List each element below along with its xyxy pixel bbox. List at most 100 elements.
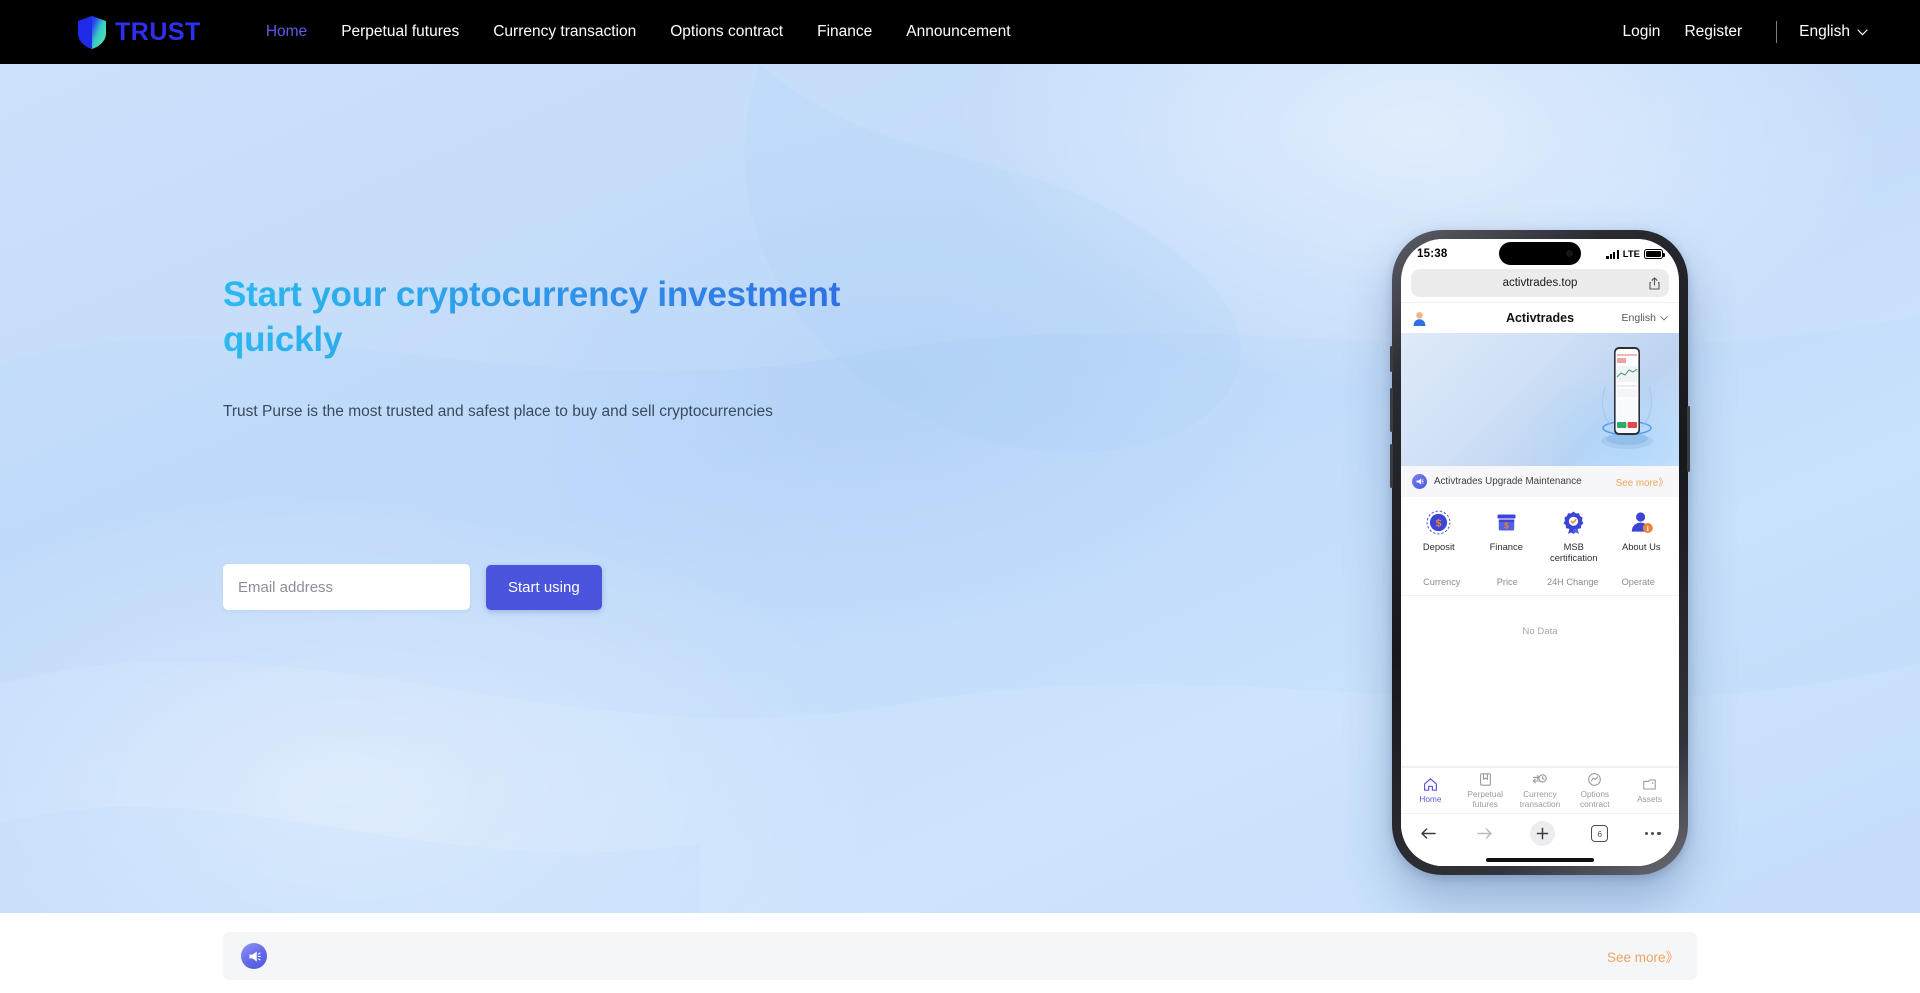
app-banner [1401,333,1679,466]
phone-volume-down-button [1390,444,1393,488]
tab-label: Options contract [1580,788,1610,809]
signal-bars-icon [1606,249,1619,259]
tab-label: Currency transaction [1519,788,1561,809]
new-tab-button[interactable] [1529,821,1555,846]
quick-action-label: About Us [1621,541,1661,552]
market-table-body: No Data [1401,595,1679,767]
tab-label: Perpetual futures [1467,788,1503,809]
shield-icon [78,15,106,49]
no-data-text: No Data [1522,625,1558,637]
browser-url-bar[interactable]: activtrades.top [1411,269,1669,297]
market-column-operate: Operate [1621,576,1655,587]
svg-text:$: $ [1504,520,1509,530]
market-column-currency: Currency [1423,576,1461,587]
badge-check-icon [1563,511,1584,534]
browser-toolbar: 6 [1401,813,1679,853]
nav-right-group: Login Register English [1611,21,1869,43]
quick-action-label: MSB certification [1550,541,1598,564]
dynamic-island [1499,242,1581,265]
app-title: Activtrades [1505,311,1575,325]
email-input[interactable] [223,564,470,610]
forward-arrow-icon[interactable] [1475,824,1494,843]
top-navigation-bar: TRUST Home Perpetual futures Currency tr… [0,0,1920,64]
brand-name: TRUST [115,17,201,46]
nav-link-announcement[interactable]: Announcement [889,0,1027,64]
book-icon [1479,773,1491,786]
exchange-clock-icon [1533,774,1548,784]
brand-logo[interactable]: TRUST [78,15,201,49]
phone-mute-switch [1390,346,1393,372]
tab-count-button[interactable]: 6 [1591,825,1609,842]
hero-section: Start your cryptocurrency investment qui… [0,64,1920,913]
language-label: English [1799,23,1850,40]
status-indicators: LTE [1606,248,1665,260]
quick-action-label: Finance [1489,541,1523,552]
nav-link-finance[interactable]: Finance [800,0,889,64]
svg-text:i: i [1647,524,1649,533]
bank-icon: $ [1497,514,1516,531]
start-using-button[interactable]: Start using [486,564,602,610]
hero-title: Start your cryptocurrency investment qui… [223,273,923,363]
home-icon [1423,777,1437,791]
nav-link-currency-transaction[interactable]: Currency transaction [476,0,653,64]
announcement-see-more-link[interactable]: See more》 [1607,946,1679,966]
status-time: 15:38 [1417,248,1448,260]
app-notice-bar[interactable]: Activtrades Upgrade Maintenance See more… [1401,466,1679,497]
app-language-selector[interactable]: English [1622,312,1668,324]
avatar-icon[interactable] [1412,311,1427,326]
market-column-24h-change: 24H Change [1546,576,1599,587]
quick-action-deposit[interactable]: $ Deposit [1405,510,1473,564]
phone-volume-up-button [1390,388,1393,432]
home-indicator [1401,853,1679,866]
phone-power-button [1687,406,1690,472]
network-type-label: LTE [1622,248,1640,260]
battery-icon [1644,249,1665,259]
signup-form: Start using [223,564,602,610]
notice-text: Activtrades Upgrade Maintenance [1434,476,1582,487]
tab-options-contract[interactable]: Options contract [1567,772,1622,809]
share-icon[interactable] [1649,276,1660,290]
url-text: activtrades.top [1502,277,1578,289]
language-selector[interactable]: English [1799,23,1868,41]
app-header: Activtrades English [1401,302,1679,333]
chevron-down-icon [1660,315,1668,321]
app-language-label: English [1621,312,1656,324]
quick-action-msb-certification[interactable]: MSB certification [1540,510,1608,564]
market-table-header: Currency Price 24H Change Operate [1401,569,1679,596]
nav-link-options-contract[interactable]: Options contract [653,0,800,64]
hero-subtitle: Trust Purse is the most trusted and safe… [223,402,773,420]
tab-home[interactable]: Home [1403,777,1458,805]
tab-perpetual-futures[interactable]: Perpetual futures [1458,772,1513,809]
tab-label: Assets [1637,793,1663,804]
quick-action-about-us[interactable]: i About Us [1608,510,1676,564]
tab-currency-transaction[interactable]: Currency transaction [1513,772,1568,809]
nav-divider [1776,21,1778,43]
nav-links: Home Perpetual futures Currency transact… [249,0,1028,64]
nav-link-perpetual-futures[interactable]: Perpetual futures [324,0,476,64]
app-tab-bar: Home Perpetual futures Currency transact… [1401,767,1679,813]
announcement-section: See more》 [0,913,1920,993]
hero-copy: Start your cryptocurrency investment qui… [223,273,923,423]
register-button[interactable]: Register [1672,23,1754,41]
tab-assets[interactable]: Assets [1622,777,1677,805]
banner-phone-illustration [1601,347,1653,449]
wallet-icon [1643,779,1656,790]
megaphone-icon [241,943,267,969]
nav-link-home[interactable]: Home [249,0,324,64]
user-info-icon: i [1631,512,1653,533]
phone-screen: 15:38 LTE activtrades.top Activtrades En… [1401,239,1679,866]
more-options-icon[interactable] [1644,831,1661,836]
market-column-price: Price [1496,576,1518,587]
svg-text:$: $ [1436,518,1442,530]
phone-mockup: 15:38 LTE activtrades.top Activtrades En… [1390,230,1690,875]
quick-action-finance[interactable]: $ Finance [1473,510,1541,564]
back-arrow-icon[interactable] [1419,824,1438,843]
tab-label: Home [1419,793,1442,804]
chart-circle-icon [1588,773,1602,786]
coin-dollar-icon: $ [1426,510,1451,535]
notice-see-more-link[interactable]: See more》 [1616,475,1668,489]
login-button[interactable]: Login [1611,23,1673,41]
quick-action-label: Deposit [1422,541,1455,552]
chevron-down-icon [1857,28,1868,35]
quick-actions: $ Deposit $ Finance MSB certification i … [1401,497,1679,570]
